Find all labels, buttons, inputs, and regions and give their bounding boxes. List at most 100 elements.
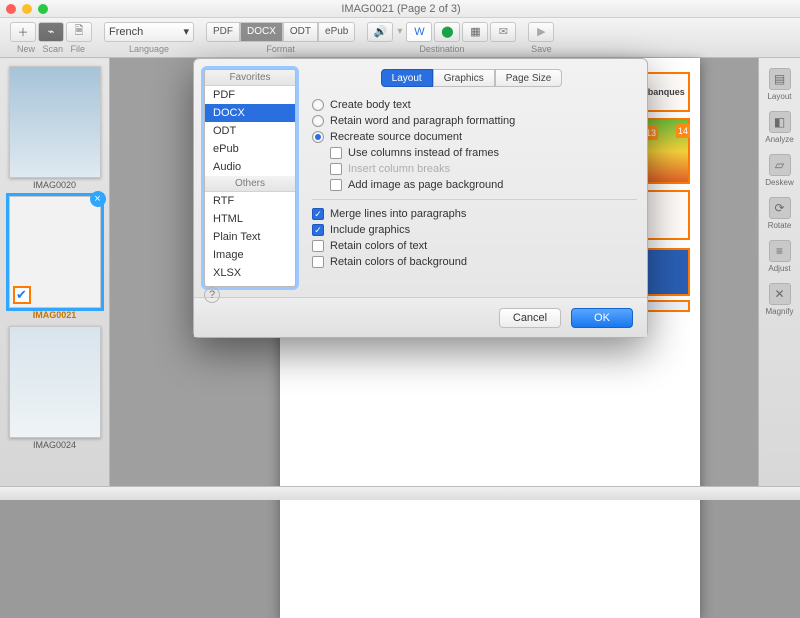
check-label: Add image as page background	[348, 179, 503, 191]
check-use-columns[interactable]: Use columns instead of frames	[306, 145, 637, 161]
traffic-lights	[6, 4, 48, 14]
export-options-dialog: Favorites PDF DOCX ODT ePub Audio Others…	[193, 58, 648, 338]
format-item-plain[interactable]: Plain Text	[205, 228, 295, 246]
language-select[interactable]: French ▾	[104, 22, 194, 42]
thumbnail[interactable]	[9, 326, 101, 438]
language-value: French	[109, 26, 143, 38]
format-pdf[interactable]: PDF	[206, 22, 240, 42]
check-label: Retain colors of text	[330, 240, 427, 252]
format-item-rtf[interactable]: RTF	[205, 192, 295, 210]
thumbnail-caption: IMAG0024	[6, 440, 103, 450]
dest-app4-button[interactable]: ✉	[490, 22, 516, 42]
radio-label: Retain word and paragraph formatting	[330, 115, 515, 127]
magnify-icon: ✕	[769, 283, 791, 305]
list-header-others: Others	[205, 176, 295, 192]
dest-app2-button[interactable]: ⬤	[434, 22, 460, 42]
check-label: Include graphics	[330, 224, 410, 236]
format-item-epub[interactable]: ePub	[205, 140, 295, 158]
check-include-graphics[interactable]: Include graphics	[306, 222, 637, 238]
format-segmented[interactable]: PDF DOCX ODT ePub	[206, 22, 355, 42]
close-window-icon[interactable]	[6, 4, 16, 14]
layout-icon: ▤	[769, 68, 791, 90]
radio-recreate-source[interactable]: Recreate source document	[306, 129, 637, 145]
right-tool-sidebar: ▤Layout ◧Analyze ▱Deskew ⟳Rotate ≡Adjust…	[758, 58, 800, 486]
radio-create-body[interactable]: Create body text	[306, 97, 637, 113]
help-button[interactable]: ?	[204, 287, 220, 303]
format-item-audio[interactable]: Audio	[205, 158, 295, 176]
destination-label: Destination	[419, 44, 464, 54]
dialog-footer: Cancel OK	[194, 297, 647, 337]
check-retain-text-colors[interactable]: Retain colors of text	[306, 238, 637, 254]
file-button[interactable]: 🗎	[66, 22, 92, 42]
new-button[interactable]: ＋	[10, 22, 36, 42]
window-titlebar: IMAG0021 (Page 2 of 3)	[0, 0, 800, 18]
toolbar-labels-nsf: New Scan File	[17, 44, 85, 54]
check-image-background[interactable]: Add image as page background	[306, 177, 637, 193]
ok-button[interactable]: OK	[571, 308, 633, 328]
check-label: Retain colors of background	[330, 256, 467, 268]
list-header-favorites: Favorites	[205, 70, 295, 86]
check-label: Merge lines into paragraphs	[330, 208, 466, 220]
cancel-button[interactable]: Cancel	[499, 308, 561, 328]
checkmark-icon: ✔	[13, 286, 31, 304]
radio-icon	[312, 115, 324, 127]
checkbox-icon	[330, 147, 342, 159]
format-item-html[interactable]: HTML	[205, 210, 295, 228]
speak-destination-button[interactable]: 🔊	[367, 22, 393, 42]
language-label: Language	[129, 44, 169, 54]
format-epub[interactable]: ePub	[318, 22, 355, 42]
analyze-icon: ◧	[769, 111, 791, 133]
format-item-odt[interactable]: ODT	[205, 122, 295, 140]
scan-button[interactable]: ⌁	[38, 22, 64, 42]
format-item-xlsx[interactable]: XLSX	[205, 264, 295, 282]
tool-analyze[interactable]: ◧Analyze	[763, 107, 797, 148]
tab-graphics[interactable]: Graphics	[433, 69, 495, 87]
format-odt[interactable]: ODT	[283, 22, 318, 42]
chevron-down-icon: ▾	[183, 25, 189, 38]
checkbox-icon	[312, 224, 324, 236]
checkbox-icon	[312, 208, 324, 220]
thumbnail-sidebar: IMAG0020 × ✔ IMAG0021 IMAG0024	[0, 58, 110, 486]
tab-page-size[interactable]: Page Size	[495, 69, 563, 87]
deskew-icon: ▱	[769, 154, 791, 176]
chevron-down-icon: ▾	[395, 26, 404, 37]
check-insert-breaks: Insert column breaks	[306, 161, 637, 177]
separator	[312, 199, 637, 200]
close-thumbnail-icon[interactable]: ×	[90, 191, 106, 207]
radio-retain-formatting[interactable]: Retain word and paragraph formatting	[306, 113, 637, 129]
dest-app1-button[interactable]: W	[406, 22, 432, 42]
thumbnail[interactable]	[9, 66, 101, 178]
thumbnail[interactable]: × ✔	[9, 196, 101, 308]
tab-layout[interactable]: Layout	[381, 69, 433, 87]
check-merge-lines[interactable]: Merge lines into paragraphs	[306, 206, 637, 222]
format-item-docx[interactable]: DOCX	[205, 104, 295, 122]
tool-rotate[interactable]: ⟳Rotate	[763, 193, 797, 234]
format-item-image[interactable]: Image	[205, 246, 295, 264]
check-label: Insert column breaks	[348, 163, 450, 175]
radio-icon	[312, 99, 324, 111]
zoom-window-icon[interactable]	[38, 4, 48, 14]
tool-magnify[interactable]: ✕Magnify	[763, 279, 797, 320]
radio-icon	[312, 131, 324, 143]
save-label: Save	[531, 44, 552, 54]
options-tabs: Layout Graphics Page Size	[306, 69, 637, 87]
tool-layout[interactable]: ▤Layout	[763, 64, 797, 105]
check-label: Use columns instead of frames	[348, 147, 499, 159]
minimize-window-icon[interactable]	[22, 4, 32, 14]
radio-label: Recreate source document	[330, 131, 462, 143]
status-bar	[0, 486, 800, 500]
tool-adjust[interactable]: ≡Adjust	[763, 236, 797, 277]
save-button[interactable]: ▶	[528, 22, 554, 42]
main-toolbar: ＋ ⌁ 🗎 New Scan File French ▾ Language PD…	[0, 18, 800, 58]
adjust-icon: ≡	[769, 240, 791, 262]
dest-app3-button[interactable]: ▦	[462, 22, 488, 42]
tool-deskew[interactable]: ▱Deskew	[763, 150, 797, 191]
format-item-pdf[interactable]: PDF	[205, 86, 295, 104]
format-list[interactable]: Favorites PDF DOCX ODT ePub Audio Others…	[204, 69, 296, 287]
window-title: IMAG0021 (Page 2 of 3)	[48, 3, 754, 15]
check-retain-bg-colors[interactable]: Retain colors of background	[306, 254, 637, 270]
format-docx[interactable]: DOCX	[240, 22, 283, 42]
thumbnail-caption: IMAG0020	[6, 180, 103, 190]
checkbox-icon	[312, 256, 324, 268]
checkbox-icon	[312, 240, 324, 252]
